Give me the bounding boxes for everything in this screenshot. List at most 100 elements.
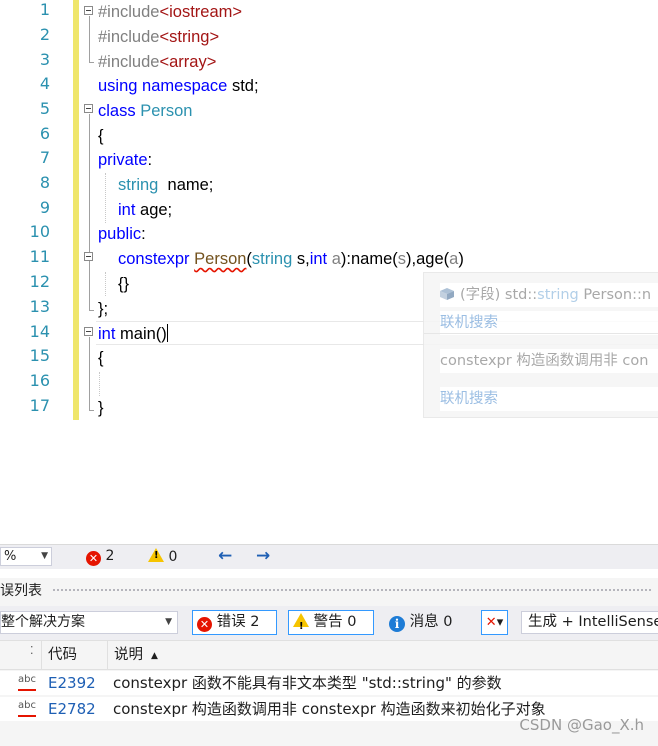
type-name: string	[251, 250, 293, 268]
column-header-code[interactable]: 代码	[41, 641, 108, 669]
errors-filter-button[interactable]: ✕ 错误 2	[192, 610, 277, 635]
spelling-error-icon: abc	[18, 674, 36, 691]
preprocessor: #include	[98, 53, 160, 71]
error-icon: ✕	[197, 617, 212, 632]
column-description-label: 说明	[114, 647, 143, 663]
error-description: constexpr 函数不能具有非文本类型 "std::string" 的参数	[113, 674, 502, 692]
code-line: {	[98, 124, 104, 149]
line-number: 10	[29, 222, 50, 241]
keyword: private	[98, 151, 148, 169]
line-number: 14	[29, 322, 50, 341]
code-text-span: :	[147, 151, 153, 169]
chevron-down-icon: ▼	[165, 617, 172, 627]
code-line: };	[98, 297, 108, 322]
signature-rest: Person::n	[578, 287, 652, 303]
code-text-span: std;	[227, 77, 259, 95]
include-path: <iostream>	[159, 3, 243, 21]
messages-filter-label: 消息 0	[409, 614, 453, 630]
messages-filter-button[interactable]: i 消息 0	[384, 610, 468, 635]
line-number: 5	[39, 99, 50, 118]
warning-icon: !	[293, 613, 309, 632]
code-line: #include<iostream>	[98, 0, 242, 25]
code-text-span: ):name(	[340, 250, 398, 268]
code-line: #include<array>	[98, 50, 216, 75]
error-list-header: ⁚ 代码 说明 ▲	[0, 640, 658, 670]
code-text-span: main()	[115, 325, 167, 343]
code-text-span: {}	[118, 275, 130, 293]
info-icon: i	[389, 616, 405, 632]
panel-title-bar[interactable]: 误列表	[0, 578, 658, 604]
code-line: {	[98, 346, 104, 371]
warning-icon: !	[148, 548, 164, 562]
spelling-error-icon: abc	[18, 700, 36, 717]
fold-guide	[89, 114, 90, 310]
keyword: public	[98, 225, 142, 243]
quick-info-error-text: constexpr 构造函数调用非 con	[440, 349, 658, 373]
code-text-span: ),age(	[406, 250, 450, 268]
quick-info-signature: (字段) std::string Person::n	[440, 283, 658, 307]
fold-guide	[89, 16, 90, 62]
warning-count-indicator[interactable]: ! 0	[148, 548, 177, 565]
code-line: }	[98, 396, 104, 421]
warnings-filter-label: 警告 0	[313, 614, 357, 630]
function-name-error[interactable]: Person	[194, 250, 246, 268]
type-name: Person	[140, 102, 193, 120]
column-header-description[interactable]: 说明 ▲	[107, 641, 658, 669]
popup-separator	[424, 333, 658, 334]
line-number: 13	[29, 297, 50, 316]
column-header-icon[interactable]: ⁚	[0, 641, 40, 669]
arrow-left-icon[interactable]: ←	[218, 546, 232, 566]
fold-guide-end	[89, 310, 94, 311]
fold-guide-end	[89, 62, 94, 63]
code-text-span: age;	[135, 201, 173, 219]
include-path: <array>	[159, 53, 217, 71]
code-line: string name;	[118, 173, 213, 198]
code-text-span: )	[458, 250, 464, 268]
editor-status-strip: % ▼ ✕ 2 ! 0 ← →	[0, 544, 658, 569]
scope-value: 整个解决方案	[1, 614, 85, 630]
error-row[interactable]: abc E2392 constexpr 函数不能具有非文本类型 "std::st…	[0, 671, 658, 695]
collapse-icon[interactable]	[84, 327, 93, 336]
line-number: 6	[39, 124, 50, 143]
code-line: constexpr Person(string s,int a):name(s)…	[118, 247, 464, 272]
warnings-filter-button[interactable]: ! 警告 0	[288, 610, 374, 635]
online-search-link[interactable]: 联机搜索	[440, 387, 658, 411]
error-code[interactable]: E2392	[48, 671, 96, 695]
code-line: int age;	[118, 198, 172, 223]
error-icon: ✕	[86, 551, 101, 566]
line-number: 15	[29, 346, 50, 365]
chevron-down-icon: ▼	[41, 551, 48, 561]
line-number: 7	[39, 148, 50, 167]
preprocessor: #include	[98, 3, 160, 21]
scope-dropdown[interactable]: 整个解决方案 ▼	[0, 611, 178, 634]
code-text-span: }	[98, 399, 104, 417]
zoom-dropdown[interactable]: % ▼	[0, 547, 52, 566]
text-caret	[166, 324, 168, 342]
code-line: int main()	[98, 322, 168, 347]
collapse-icon[interactable]	[84, 6, 93, 15]
code-text-span: name;	[158, 176, 214, 194]
keyword: int	[309, 250, 328, 268]
error-count-indicator[interactable]: ✕ 2	[86, 548, 114, 566]
error-code[interactable]: E2782	[48, 697, 96, 721]
drag-grip[interactable]	[52, 588, 652, 593]
collapse-icon[interactable]	[84, 104, 93, 113]
code-text-span: s,	[292, 250, 310, 268]
online-search-link[interactable]: 联机搜索	[440, 311, 658, 335]
code-line: using namespace std;	[98, 74, 259, 99]
arrow-right-icon[interactable]: →	[256, 546, 270, 566]
collapse-icon[interactable]	[84, 252, 93, 261]
code-text-span: };	[98, 300, 109, 318]
line-number: 1	[39, 0, 50, 19]
filter-icon[interactable]: ✕▾	[481, 610, 508, 635]
code-editor[interactable]: 1 2 3 4 5 6 7 8 9 10 11 12 13 14 15 16 1…	[0, 0, 658, 540]
sort-ascending-icon: ▲	[151, 651, 158, 661]
column-code-label: 代码	[48, 647, 77, 663]
fold-guide-end	[89, 410, 94, 411]
build-source-dropdown[interactable]: 生成 + IntelliSense	[521, 611, 658, 634]
parameter: a	[327, 250, 341, 268]
signature-prefix: (字段) std::	[460, 287, 538, 303]
keyword: using	[98, 77, 138, 95]
indent-guide	[99, 372, 100, 396]
line-number: 9	[39, 198, 50, 217]
